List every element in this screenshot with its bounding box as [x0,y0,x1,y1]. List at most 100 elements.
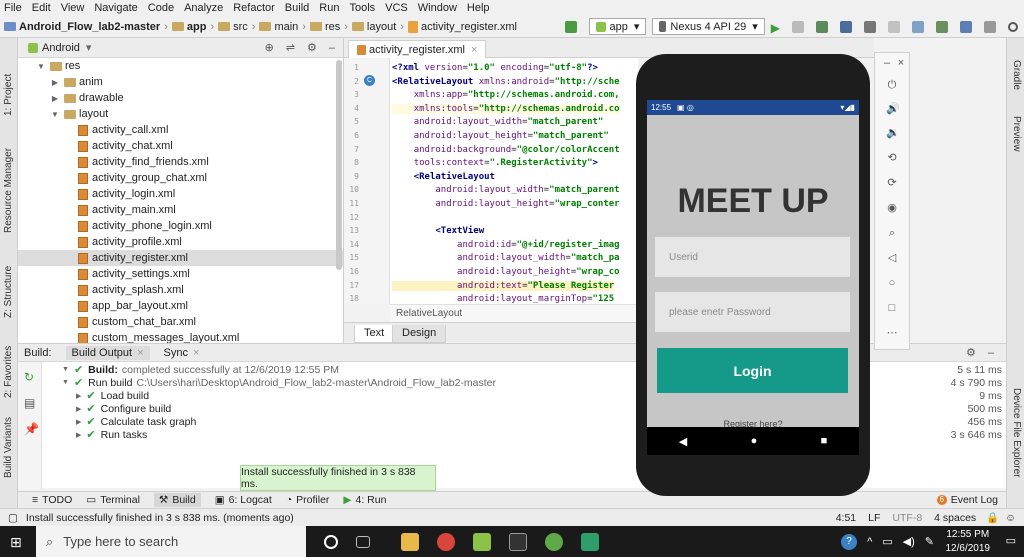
breadcrumb-item[interactable]: main › [259,21,306,33]
tree-item[interactable]: ▶ anim [18,74,343,90]
tree-item[interactable]: activity_phone_login.xml [18,218,343,234]
taskbar-clock[interactable]: 12:55 PM 12/6/2019 [946,528,991,556]
code-line[interactable]: android:layout_width="match_parent" [392,117,604,127]
menu-item-view[interactable]: View [61,2,85,14]
pin-icon[interactable]: 📌 [24,422,39,436]
tree-item[interactable]: ▶ drawable [18,90,343,106]
class-marker-icon[interactable]: C [364,75,375,86]
chevron-down-icon[interactable]: ▼ [50,110,60,119]
code-line[interactable]: android:layout_height="wrap_conter [392,199,619,209]
close-icon[interactable]: × [895,57,907,69]
menu-item-navigate[interactable]: Navigate [94,2,137,14]
zoom-icon[interactable]: ⌕ [886,227,898,239]
android-studio-icon[interactable] [545,532,563,551]
minimize-icon[interactable]: – [881,57,893,69]
notepad-icon[interactable] [473,532,491,551]
rotate-left-icon[interactable]: ⟲ [886,152,898,164]
terminal-tab[interactable]: ▭ Terminal [86,494,140,506]
chevron-up-icon[interactable]: ^ [867,536,872,548]
back-icon[interactable]: ◁ [886,252,898,264]
terminal-icon[interactable] [509,532,527,551]
windows-start-icon[interactable]: ⊞ [10,534,22,551]
search-icon[interactable] [1008,21,1018,32]
file-encoding[interactable]: UTF-8 [892,512,922,524]
overview-icon[interactable]: □ [886,302,898,314]
project-view-select[interactable]: Android [42,42,80,54]
build-row[interactable]: ▶ ✔ Calculate task graph [76,415,196,429]
code-line[interactable]: <RelativeLayout [392,172,495,182]
power-icon[interactable]: ⏻ [886,79,898,91]
code-line[interactable]: android:id="@+id/register_imag [392,240,620,250]
code-editor[interactable]: <?xml version="1.0" encoding="utf-8"?> <R… [390,58,638,304]
device-select[interactable]: Nexus 4 API 29 ▾ [652,18,765,35]
code-line[interactable]: android:layout_height="match_parent" [392,131,609,141]
menu-item-run[interactable]: Run [319,2,339,14]
resource-manager-tool-tab[interactable]: Resource Manager [3,148,14,233]
minimize-icon[interactable]: – [988,347,994,359]
code-line[interactable]: android:layout_width="match_parent [392,185,619,195]
file-explorer-icon[interactable] [401,532,419,551]
close-icon[interactable]: × [137,347,143,359]
code-line[interactable]: android:text="Please Register [392,280,615,291]
menu-item-code[interactable]: Code [148,2,174,14]
debug-icon[interactable] [816,20,828,33]
taskbar-search[interactable]: ⌕ Type here to search [36,526,306,557]
build-variants-tool-tab[interactable]: Build Variants [3,417,14,478]
stop-icon[interactable] [888,20,900,33]
restart-icon[interactable]: ↻ [24,370,34,384]
indent-setting[interactable]: 4 spaces [934,512,976,524]
menu-item-refactor[interactable]: Refactor [233,2,275,14]
tree-item[interactable]: activity_settings.xml [18,266,343,282]
chevron-right-icon[interactable]: ▶ [50,78,60,87]
tree-item[interactable]: activity_profile.xml [18,234,343,250]
status-message[interactable]: Install successfully finished in 3 s 838… [26,512,294,524]
apply-changes-icon[interactable] [792,20,804,33]
home-icon[interactable]: ○ [886,277,898,289]
line-separator[interactable]: LF [868,512,880,524]
login-button[interactable]: Login [657,348,848,393]
tree-scrollbar[interactable] [336,60,342,270]
build-row[interactable]: ▼ ✔ Build: completed successfully at 12/6/2… [62,363,339,377]
tree-item[interactable]: activity_chat.xml [18,138,343,154]
menu-item-vcs[interactable]: VCS [385,2,408,14]
chrome-icon[interactable] [437,532,455,551]
build-row[interactable]: ▼ ✔ Run build C:\Users\hari\Desktop\Android… [62,376,496,390]
tree-item[interactable]: activity_register.xml [18,250,343,266]
home-icon[interactable]: ● [751,435,758,447]
chevron-down-icon[interactable]: ▼ [62,379,69,386]
attach-debugger-icon[interactable] [864,20,876,33]
chevron-right-icon[interactable]: ▶ [76,405,81,413]
tree-item[interactable]: activity_login.xml [18,186,343,202]
code-line[interactable]: android:background="@color/colorAccent [392,145,620,155]
tree-item[interactable]: app_bar_layout.xml [18,298,343,314]
run-icon[interactable]: ▶ [771,21,780,35]
code-line[interactable]: android:layout_marginTop="125 [392,294,614,304]
breadcrumb-item[interactable]: res › [309,21,348,33]
gear-icon[interactable]: ⚙ [307,41,317,54]
editor-breadcrumb[interactable]: RelativeLayout [390,304,638,322]
breadcrumb-item[interactable]: app › [171,21,214,33]
favorites-tool-tab[interactable]: 2: Favorites [3,346,14,398]
userid-field[interactable]: Userid [655,237,850,277]
install-toast[interactable]: Install successfully finished in 3 s 838… [240,465,436,491]
volume-up-icon[interactable]: 🔊 [886,103,900,115]
breadcrumb-item[interactable]: src › [218,21,255,33]
close-icon[interactable]: × [471,44,477,56]
menu-item-help[interactable]: Help [467,2,490,14]
tab-text[interactable]: Text [354,325,395,343]
profile-icon[interactable] [840,20,852,33]
breadcrumb-item[interactable]: Android_Flow_lab2-master › [4,21,168,33]
rotate-right-icon[interactable]: ⟳ [886,177,898,189]
tree-item[interactable]: ▼ res [18,58,343,74]
build-row[interactable]: ▶ ✔ Load build [76,389,149,403]
caret-position[interactable]: 4:51 [836,512,856,524]
build-row[interactable]: ▶ ✔ Configure build [76,402,171,416]
preview-tool-tab[interactable]: Preview [1011,116,1022,152]
window-icon[interactable]: ▢ [8,512,18,524]
gradle-tool-tab[interactable]: Gradle [1011,60,1022,90]
more-icon[interactable]: ⋯ [886,327,898,339]
password-field[interactable]: please enetr Password [655,292,850,332]
inspector-icon[interactable]: ☺ [1005,512,1016,524]
code-line[interactable]: tools:context=".RegisterActivity"> [392,158,598,168]
code-line[interactable]: android:layout_width="match_pa [392,253,620,263]
